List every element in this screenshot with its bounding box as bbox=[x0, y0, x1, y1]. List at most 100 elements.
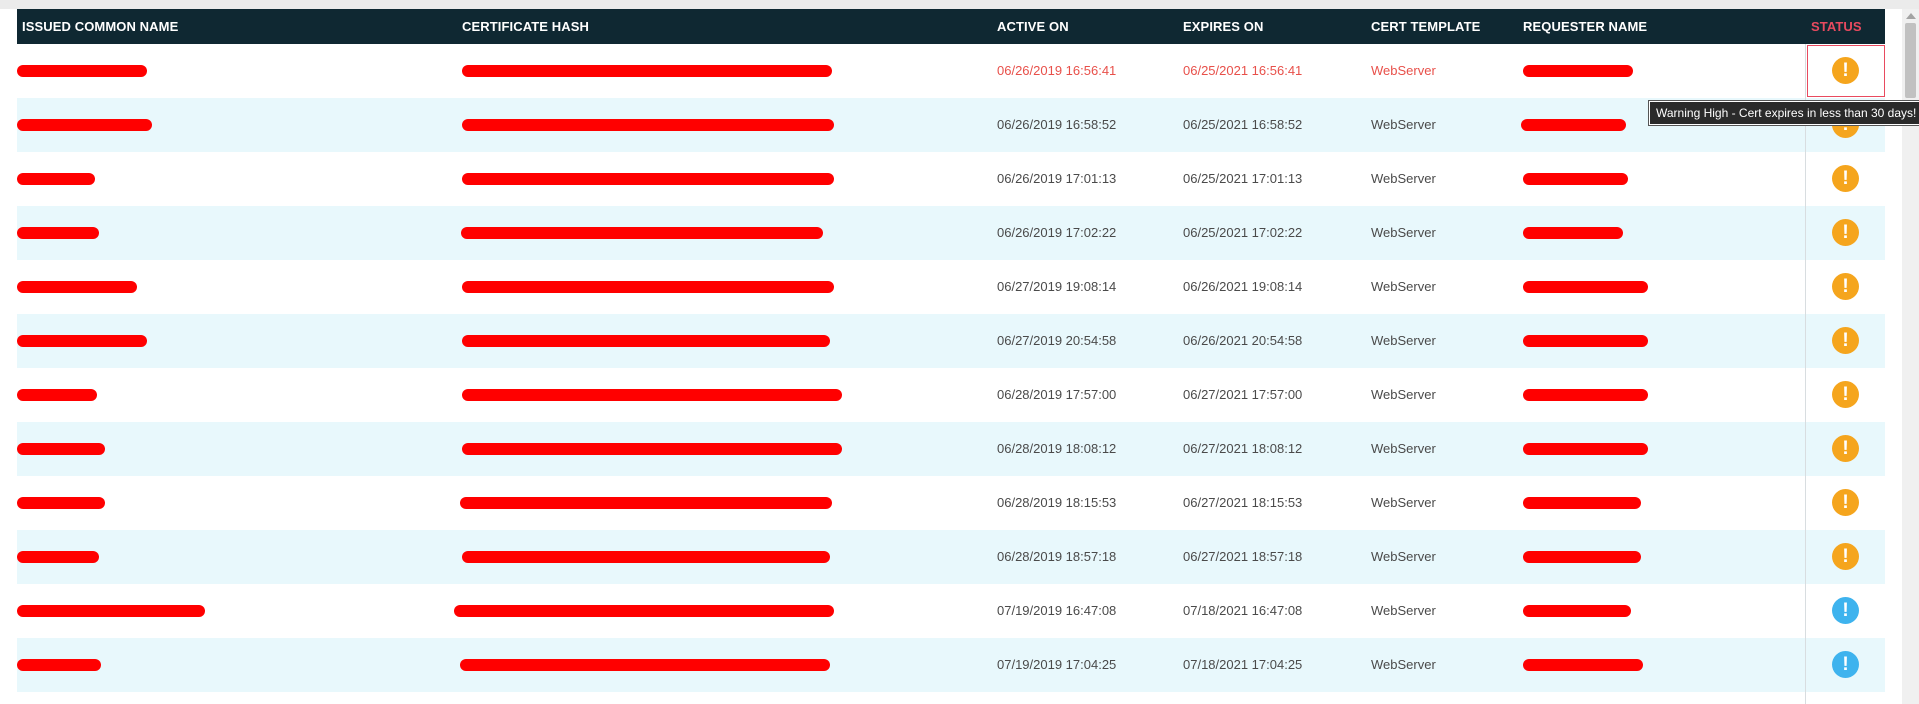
cert-template-cell: WebServer bbox=[1371, 225, 1436, 240]
cert-template-cell: WebServer bbox=[1371, 603, 1436, 618]
redacted-requester-name bbox=[1523, 497, 1641, 509]
redacted-certificate-hash bbox=[462, 173, 834, 185]
table-row[interactable]: 07/19/2019 16:47:08 07/18/2021 16:47:08 We… bbox=[17, 584, 1885, 638]
table-row[interactable]: 06/28/2019 18:57:18 06/27/2021 18:57:18 We… bbox=[17, 530, 1885, 584]
expires-on-cell: 06/25/2021 17:02:22 bbox=[1183, 225, 1303, 240]
active-on-cell: 07/19/2019 17:04:25 bbox=[997, 657, 1117, 672]
redacted-common-name bbox=[17, 281, 137, 293]
table-row[interactable]: 06/26/2019 17:02:22 06/25/2021 17:02:22 We… bbox=[17, 206, 1885, 260]
redacted-requester-name bbox=[1523, 173, 1628, 185]
warning-status-icon[interactable]: ! bbox=[1832, 327, 1859, 354]
active-on-cell: 06/26/2019 16:58:52 bbox=[997, 117, 1117, 132]
scroll-thumb[interactable] bbox=[1905, 23, 1916, 98]
active-on-cell: 06/28/2019 18:57:18 bbox=[997, 549, 1117, 564]
redacted-common-name bbox=[17, 551, 99, 563]
redacted-certificate-hash bbox=[462, 65, 832, 77]
redacted-requester-name bbox=[1523, 227, 1623, 239]
certificates-table: ISSUED COMMON NAME CERTIFICATE HASH ACTI… bbox=[17, 9, 1885, 704]
warning-status-icon[interactable]: ! bbox=[1832, 273, 1859, 300]
warning-status-icon[interactable]: ! bbox=[1832, 435, 1859, 462]
warning-status-icon[interactable]: ! bbox=[1832, 165, 1859, 192]
table-row[interactable]: 06/26/2019 16:58:52 06/25/2021 16:58:52 We… bbox=[17, 98, 1885, 152]
table-row[interactable]: 06/28/2019 18:15:53 06/27/2021 18:15:53 We… bbox=[17, 476, 1885, 530]
col-header-common-name[interactable]: ISSUED COMMON NAME bbox=[22, 9, 178, 44]
redacted-requester-name bbox=[1521, 119, 1626, 131]
expires-on-cell: 07/18/2021 17:04:25 bbox=[1183, 657, 1303, 672]
redacted-requester-name bbox=[1523, 551, 1641, 563]
table-row[interactable]: 06/26/2019 16:56:41 06/25/2021 16:56:41 We… bbox=[17, 44, 1885, 98]
expires-on-cell: 06/27/2021 18:57:18 bbox=[1183, 549, 1303, 564]
col-header-status[interactable]: STATUS bbox=[1811, 9, 1862, 44]
redacted-requester-name bbox=[1523, 65, 1633, 77]
info-status-icon[interactable]: ! bbox=[1832, 597, 1859, 624]
expires-on-cell: 06/27/2021 18:15:53 bbox=[1183, 495, 1303, 510]
redacted-common-name bbox=[17, 65, 147, 77]
col-header-certificate-hash[interactable]: CERTIFICATE HASH bbox=[462, 9, 589, 44]
redacted-certificate-hash bbox=[462, 335, 830, 347]
redacted-certificate-hash bbox=[462, 389, 842, 401]
redacted-requester-name bbox=[1523, 389, 1648, 401]
redacted-common-name bbox=[17, 605, 205, 617]
table-row[interactable]: 06/28/2019 17:57:00 06/27/2021 17:57:00 We… bbox=[17, 368, 1885, 422]
redacted-common-name bbox=[17, 389, 97, 401]
table-row[interactable]: 06/28/2019 18:08:12 06/27/2021 18:08:12 We… bbox=[17, 422, 1885, 476]
info-status-icon[interactable]: ! bbox=[1832, 651, 1859, 678]
active-on-cell: 06/26/2019 17:02:22 bbox=[997, 225, 1117, 240]
redacted-requester-name bbox=[1523, 281, 1648, 293]
redacted-certificate-hash bbox=[460, 497, 832, 509]
redacted-requester-name bbox=[1523, 335, 1648, 347]
expires-on-cell: 07/18/2021 16:47:08 bbox=[1183, 603, 1303, 618]
redacted-certificate-hash bbox=[462, 119, 834, 131]
active-on-cell: 06/28/2019 18:08:12 bbox=[997, 441, 1117, 456]
table-row[interactable]: 06/27/2019 20:54:58 06/26/2021 20:54:58 We… bbox=[17, 314, 1885, 368]
status-tooltip: Warning High - Cert expires in less than… bbox=[1649, 101, 1919, 125]
redacted-common-name bbox=[17, 659, 101, 671]
warning-status-icon[interactable]: ! bbox=[1832, 489, 1859, 516]
active-on-cell: 06/27/2019 19:08:14 bbox=[997, 279, 1117, 294]
redacted-certificate-hash bbox=[462, 443, 842, 455]
table-row[interactable]: 07/19/2019 17:04:25 07/18/2021 17:04:25 We… bbox=[17, 638, 1885, 692]
col-header-cert-template[interactable]: CERT TEMPLATE bbox=[1371, 9, 1480, 44]
expires-on-cell: 06/25/2021 17:01:13 bbox=[1183, 171, 1303, 186]
redacted-common-name bbox=[17, 119, 152, 131]
expires-on-cell: 06/27/2021 17:57:00 bbox=[1183, 387, 1303, 402]
cert-template-cell: WebServer bbox=[1371, 171, 1436, 186]
expires-on-cell: 06/25/2021 16:58:52 bbox=[1183, 117, 1303, 132]
col-header-requester-name[interactable]: REQUESTER NAME bbox=[1523, 9, 1647, 44]
cert-template-cell: WebServer bbox=[1371, 117, 1436, 132]
warning-status-icon[interactable]: ! bbox=[1832, 543, 1859, 570]
warning-status-icon[interactable]: ! bbox=[1832, 219, 1859, 246]
active-on-cell: 06/27/2019 20:54:58 bbox=[997, 333, 1117, 348]
table-header: ISSUED COMMON NAME CERTIFICATE HASH ACTI… bbox=[17, 9, 1885, 44]
redacted-common-name bbox=[17, 227, 99, 239]
expires-on-cell: 06/26/2021 20:54:58 bbox=[1183, 333, 1303, 348]
active-on-cell: 07/19/2019 16:47:08 bbox=[997, 603, 1117, 618]
redacted-certificate-hash bbox=[462, 551, 830, 563]
cert-template-cell: WebServer bbox=[1371, 441, 1436, 456]
redacted-requester-name bbox=[1523, 659, 1643, 671]
active-on-cell: 06/28/2019 17:57:00 bbox=[997, 387, 1117, 402]
col-header-active-on[interactable]: ACTIVE ON bbox=[997, 9, 1069, 44]
expires-on-cell: 06/25/2021 16:56:41 bbox=[1183, 63, 1303, 78]
active-on-cell: 06/26/2019 17:01:13 bbox=[997, 171, 1117, 186]
status-cell-focus-outline bbox=[1807, 45, 1885, 97]
col-header-expires-on[interactable]: EXPIRES ON bbox=[1183, 9, 1263, 44]
redacted-certificate-hash bbox=[461, 227, 823, 239]
cert-template-cell: WebServer bbox=[1371, 279, 1436, 294]
warning-status-icon[interactable]: ! bbox=[1832, 381, 1859, 408]
active-on-cell: 06/26/2019 16:56:41 bbox=[997, 63, 1117, 78]
redacted-requester-name bbox=[1523, 605, 1631, 617]
expires-on-cell: 06/27/2021 18:08:12 bbox=[1183, 441, 1303, 456]
redacted-common-name bbox=[17, 443, 105, 455]
cert-template-cell: WebServer bbox=[1371, 387, 1436, 402]
redacted-certificate-hash bbox=[462, 281, 834, 293]
redacted-common-name bbox=[17, 335, 147, 347]
cert-template-cell: WebServer bbox=[1371, 333, 1436, 348]
active-on-cell: 06/28/2019 18:15:53 bbox=[997, 495, 1117, 510]
table-row[interactable]: 06/26/2019 17:01:13 06/25/2021 17:01:13 We… bbox=[17, 152, 1885, 206]
redacted-certificate-hash bbox=[460, 659, 830, 671]
scroll-up-arrow-icon[interactable] bbox=[1906, 13, 1916, 19]
table-row[interactable]: 06/27/2019 19:08:14 06/26/2021 19:08:14 We… bbox=[17, 260, 1885, 314]
redacted-common-name bbox=[17, 497, 105, 509]
redacted-certificate-hash bbox=[454, 605, 834, 617]
